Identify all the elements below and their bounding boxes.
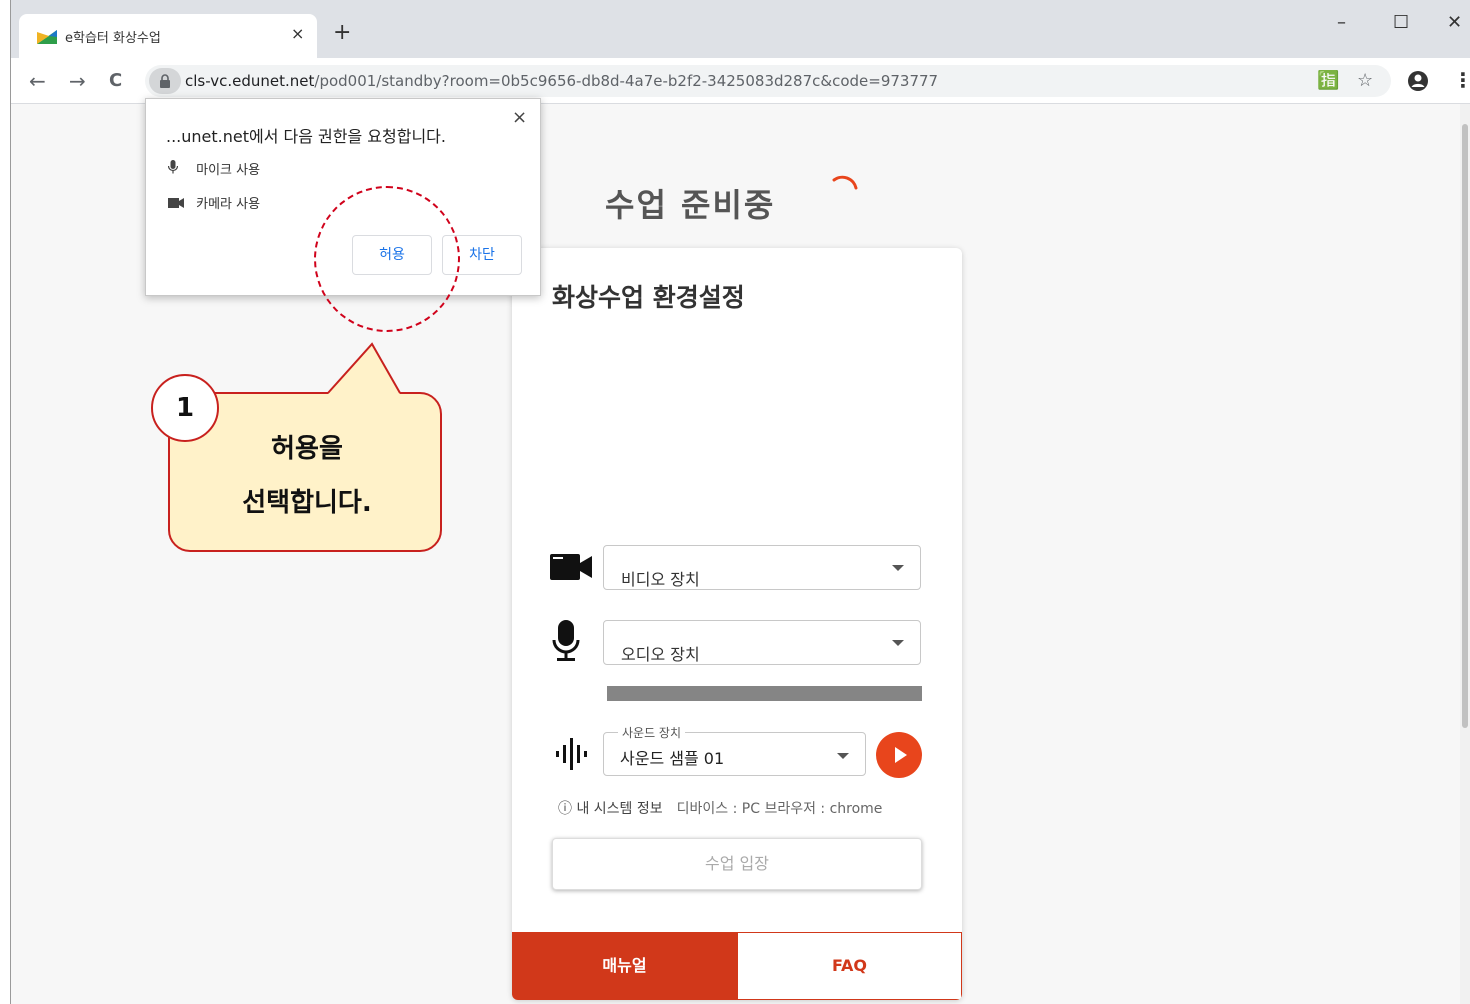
page-scrollbar[interactable] bbox=[1460, 104, 1470, 1004]
settings-card: 화상수업 환경설정 비디오 장치 오디오 장치 사운드 장치 사운드 샘플 01… bbox=[512, 248, 962, 1000]
url-text: cls-vc.edunet.net/pod001/standby?room=0b… bbox=[185, 72, 938, 90]
url-path: /pod001/standby?room=0b5c9656-db8d-4a7e-… bbox=[314, 72, 939, 90]
permission-item-camera: 카메라 사용 bbox=[168, 193, 260, 212]
profile-icon[interactable] bbox=[1407, 70, 1429, 92]
permission-label: 카메라 사용 bbox=[196, 197, 261, 212]
permission-item-microphone: 마이크 사용 bbox=[167, 159, 261, 178]
browser-tab[interactable]: e학습터 화상수업 × bbox=[19, 14, 317, 58]
tab-manual[interactable]: 매뉴얼 bbox=[512, 932, 737, 1000]
video-device-select[interactable]: 비디오 장치 bbox=[603, 545, 921, 590]
play-sound-button[interactable] bbox=[876, 732, 922, 778]
url-host: cls-vc.edunet.net bbox=[185, 72, 315, 90]
close-icon[interactable]: × bbox=[512, 107, 527, 128]
sound-wave-icon bbox=[556, 738, 587, 770]
sound-sample-select[interactable]: 사운드 장치 사운드 샘플 01 bbox=[603, 724, 866, 776]
video-device-value: 비디오 장치 bbox=[621, 570, 700, 589]
back-icon[interactable]: ← bbox=[29, 69, 46, 93]
audio-device-value: 오디오 장치 bbox=[621, 645, 700, 664]
address-bar[interactable]: cls-vc.edunet.net/pod001/standby?room=0b… bbox=[145, 65, 1391, 97]
bookmark-star-icon[interactable]: ☆ bbox=[1357, 70, 1373, 91]
highlight-circle bbox=[314, 186, 460, 332]
permission-title: ...unet.net에서 다음 권한을 요청합니다. bbox=[166, 127, 446, 146]
browser-menu-icon[interactable]: ⋮ bbox=[1453, 68, 1470, 92]
loading-spinner-icon bbox=[832, 175, 858, 190]
step-number-badge: 1 bbox=[151, 374, 219, 442]
sound-device-legend: 사운드 장치 bbox=[618, 724, 686, 741]
system-info-detail: 디바이스 : PC 브라우저 : chrome bbox=[676, 801, 883, 817]
camera-icon bbox=[168, 197, 192, 212]
tab-strip: e학습터 화상수업 × + – ☐ ✕ bbox=[11, 0, 1470, 58]
maximize-icon[interactable]: ☐ bbox=[1393, 12, 1409, 33]
callout-tail bbox=[327, 342, 401, 394]
microphone-icon bbox=[167, 160, 192, 178]
card-title: 화상수업 환경설정 bbox=[552, 283, 745, 312]
sound-sample-value: 사운드 샘플 01 bbox=[620, 749, 725, 768]
page-title: 수업 준비중 bbox=[605, 186, 776, 224]
chevron-down-icon bbox=[892, 565, 904, 571]
new-tab-icon[interactable]: + bbox=[333, 22, 351, 44]
audio-device-select[interactable]: 오디오 장치 bbox=[603, 620, 921, 665]
reload-icon[interactable]: C bbox=[109, 70, 122, 91]
site-favicon-icon bbox=[37, 30, 57, 44]
lock-icon bbox=[160, 74, 170, 88]
chevron-down-icon bbox=[837, 753, 849, 759]
tab-title: e학습터 화상수업 bbox=[65, 31, 161, 46]
system-info-label: ⓘ 내 시스템 정보 bbox=[558, 801, 663, 817]
callout-text: 허용을 선택합니다. bbox=[170, 422, 444, 530]
scrollbar-thumb[interactable] bbox=[1462, 124, 1468, 728]
translate-icon[interactable]: 🈯 bbox=[1317, 70, 1339, 91]
site-info-button[interactable] bbox=[149, 68, 181, 94]
close-window-icon[interactable]: ✕ bbox=[1447, 12, 1462, 33]
callout-line-2: 선택합니다. bbox=[242, 488, 372, 518]
forward-icon[interactable]: → bbox=[69, 69, 86, 93]
minimize-icon[interactable]: – bbox=[1337, 12, 1346, 33]
chevron-down-icon bbox=[892, 640, 904, 646]
video-camera-icon bbox=[550, 554, 592, 580]
permission-label: 마이크 사용 bbox=[196, 163, 261, 178]
enter-class-button[interactable]: 수업 입장 bbox=[552, 838, 922, 890]
callout-line-1: 허용을 bbox=[271, 434, 343, 464]
microphone-icon bbox=[552, 620, 580, 661]
audio-level-meter bbox=[607, 686, 922, 701]
tab-faq[interactable]: FAQ bbox=[737, 932, 962, 1000]
system-info: ⓘ 내 시스템 정보 디바이스 : PC 브라우저 : chrome bbox=[558, 798, 882, 818]
tab-close-icon[interactable]: × bbox=[291, 24, 304, 43]
